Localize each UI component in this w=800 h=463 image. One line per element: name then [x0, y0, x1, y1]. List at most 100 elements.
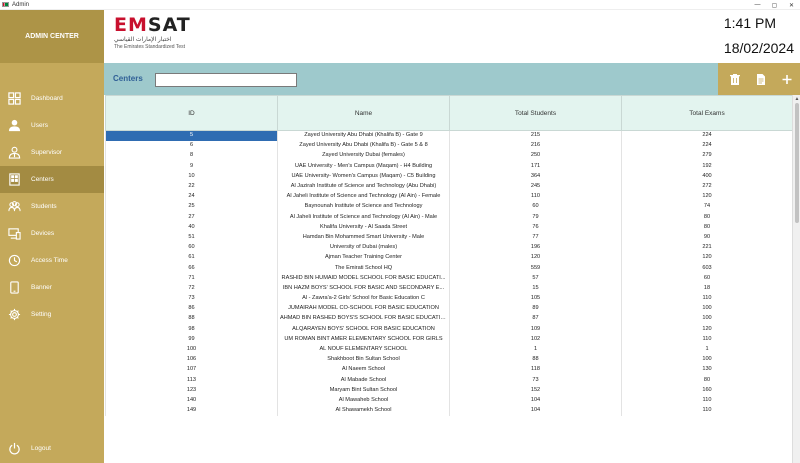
cell-total-students[interactable]: 105	[449, 293, 622, 304]
cell-name[interactable]: Al Naeem School	[277, 364, 450, 375]
cell-id[interactable]: 22	[105, 181, 278, 192]
cell-total-students[interactable]: 60	[449, 201, 622, 212]
cell-total-exams[interactable]: 110	[621, 395, 792, 406]
table-row[interactable]: 60 University of Dubai (males) 196 221	[105, 242, 792, 253]
cell-total-exams[interactable]: 110	[621, 334, 792, 345]
sidebar-item-students[interactable]: Students	[0, 193, 104, 220]
close-button[interactable]: ✕	[783, 0, 800, 10]
cell-total-students[interactable]: 196	[449, 242, 622, 253]
cell-name[interactable]: Al Jaheli Institute of Science and Techn…	[277, 191, 450, 202]
cell-id[interactable]: 72	[105, 283, 278, 294]
cell-id[interactable]: 106	[105, 354, 278, 365]
cell-total-exams[interactable]: 100	[621, 303, 792, 314]
cell-total-students[interactable]: 118	[449, 364, 622, 375]
minimize-button[interactable]: —	[749, 0, 766, 10]
cell-total-students[interactable]: 110	[449, 191, 622, 202]
cell-total-exams[interactable]: 221	[621, 242, 792, 253]
cell-id[interactable]: 61	[105, 252, 278, 263]
cell-id[interactable]: 149	[105, 405, 278, 416]
table-row[interactable]: 61 Ajman Teacher Training Center 120 120	[105, 252, 792, 263]
scrollbar-thumb[interactable]	[795, 103, 799, 223]
cell-name[interactable]: Zayed University Abu Dhabi (Khalifa B) -…	[277, 140, 450, 151]
table-row[interactable]: 66 The Emirati School HQ 559 603	[105, 262, 792, 274]
vertical-scrollbar[interactable]: ▲	[792, 95, 800, 463]
cell-id[interactable]: 8	[105, 150, 278, 162]
cell-id[interactable]: 9	[105, 161, 278, 172]
cell-name[interactable]: Ajman Teacher Training Center	[277, 252, 450, 263]
table-row[interactable]: 99 UM ROMAN BINT AMER ELEMENTARY SCHOOL F…	[105, 334, 792, 345]
sidebar-item-users[interactable]: Users	[0, 112, 104, 139]
cell-id[interactable]: 113	[105, 375, 278, 386]
column-header-total-students[interactable]: Total Students	[449, 95, 622, 131]
cell-total-students[interactable]: 250	[449, 150, 622, 162]
cell-total-students[interactable]: 171	[449, 161, 622, 172]
cell-id[interactable]: 40	[105, 222, 278, 233]
table-row[interactable]: 25 Baynounah Institute of Science and Tec…	[105, 201, 792, 212]
cell-total-exams[interactable]: 272	[621, 181, 792, 192]
cell-total-students[interactable]: 57	[449, 273, 622, 284]
cell-id[interactable]: 99	[105, 334, 278, 345]
cell-total-students[interactable]: 89	[449, 303, 622, 314]
cell-id[interactable]: 24	[105, 191, 278, 202]
cell-total-exams[interactable]: 224	[621, 130, 792, 141]
cell-name[interactable]: The Emirati School HQ	[277, 262, 450, 274]
sidebar-item-banner[interactable]: Banner	[0, 274, 104, 301]
sidebar-item-dashboard[interactable]: Dashboard	[0, 85, 104, 112]
table-row[interactable]: 72 IBN HAZM BOYS' SCHOOL FOR BASIC AND SE…	[105, 283, 792, 294]
cell-id[interactable]: 6	[105, 140, 278, 151]
table-row[interactable]: 5 Zayed University Abu Dhabi (Khalifa B) …	[105, 130, 792, 141]
cell-total-students[interactable]: 79	[449, 212, 622, 223]
table-row[interactable]: 88 AHMAD BIN RASHED BOYS'S SCHOOL FOR BAS…	[105, 313, 792, 325]
column-header-total-exams[interactable]: Total Exams	[621, 95, 792, 131]
cell-total-students[interactable]: 559	[449, 262, 622, 274]
cell-total-students[interactable]: 88	[449, 354, 622, 365]
cell-total-students[interactable]: 76	[449, 222, 622, 233]
cell-name[interactable]: Al Shawamekh School	[277, 405, 450, 416]
table-row[interactable]: 100 AL NOUF ELEMENTARY SCHOOL 1 1	[105, 344, 792, 355]
cell-total-exams[interactable]: 224	[621, 140, 792, 151]
cell-total-students[interactable]: 15	[449, 283, 622, 294]
cell-total-students[interactable]: 215	[449, 130, 622, 141]
cell-total-students[interactable]: 120	[449, 252, 622, 263]
cell-total-students[interactable]: 1	[449, 344, 622, 355]
cell-total-exams[interactable]: 279	[621, 150, 792, 162]
cell-name[interactable]: Al Mawaheb School	[277, 395, 450, 406]
maximize-button[interactable]: ▢	[766, 0, 783, 10]
cell-total-exams[interactable]: 18	[621, 283, 792, 294]
cell-name[interactable]: AL NOUF ELEMENTARY SCHOOL	[277, 344, 450, 355]
cell-total-students[interactable]: 104	[449, 405, 622, 416]
table-row[interactable]: 106 Shakhboot Bin Sultan School 88 100	[105, 354, 792, 365]
cell-total-students[interactable]: 364	[449, 171, 622, 182]
cell-total-exams[interactable]: 400	[621, 171, 792, 182]
table-row[interactable]: 123 Maryam Bint Sultan School 152 160	[105, 385, 792, 396]
table-row[interactable]: 71 RASHID BIN HUMAID MODEL SCHOOL FOR BAS…	[105, 273, 792, 284]
cell-name[interactable]: UAE University- Women's Campus (Maqam) -…	[277, 171, 450, 182]
cell-id[interactable]: 123	[105, 385, 278, 396]
cell-total-students[interactable]: 87	[449, 313, 622, 325]
cell-id[interactable]: 71	[105, 273, 278, 284]
delete-button[interactable]	[725, 69, 745, 89]
cell-name[interactable]: JUMAIRAH MODEL CO-SCHOOL FOR BASIC EDUCA…	[277, 303, 450, 314]
cell-total-students[interactable]: 216	[449, 140, 622, 151]
cell-total-exams[interactable]: 80	[621, 375, 792, 386]
cell-name[interactable]: AHMAD BIN RASHED BOYS'S SCHOOL FOR BASIC…	[277, 313, 450, 325]
table-row[interactable]: 149 Al Shawamekh School 104 110	[105, 405, 792, 416]
cell-total-students[interactable]: 245	[449, 181, 622, 192]
column-header-id[interactable]: ID	[105, 95, 278, 131]
table-row[interactable]: 10 UAE University- Women's Campus (Maqam)…	[105, 171, 792, 182]
sidebar-item-supervisor[interactable]: Supervisor	[0, 139, 104, 166]
cell-id[interactable]: 140	[105, 395, 278, 406]
cell-total-exams[interactable]: 120	[621, 252, 792, 263]
cell-id[interactable]: 73	[105, 293, 278, 304]
cell-id[interactable]: 88	[105, 313, 278, 325]
cell-id[interactable]: 60	[105, 242, 278, 253]
cell-name[interactable]: Al Mabade School	[277, 375, 450, 386]
cell-total-exams[interactable]: 160	[621, 385, 792, 396]
cell-total-students[interactable]: 73	[449, 375, 622, 386]
table-row[interactable]: 51 Hamdan Bin Mohammed Smart University -…	[105, 232, 792, 243]
cell-total-exams[interactable]: 80	[621, 222, 792, 233]
cell-name[interactable]: University of Dubai (males)	[277, 242, 450, 253]
table-row[interactable]: 98 ALQARAYEN BOYS' SCHOOL FOR BASIC EDUCA…	[105, 324, 792, 335]
cell-name[interactable]: Khalifa University - Al Saada Street	[277, 222, 450, 233]
cell-id[interactable]: 107	[105, 364, 278, 375]
